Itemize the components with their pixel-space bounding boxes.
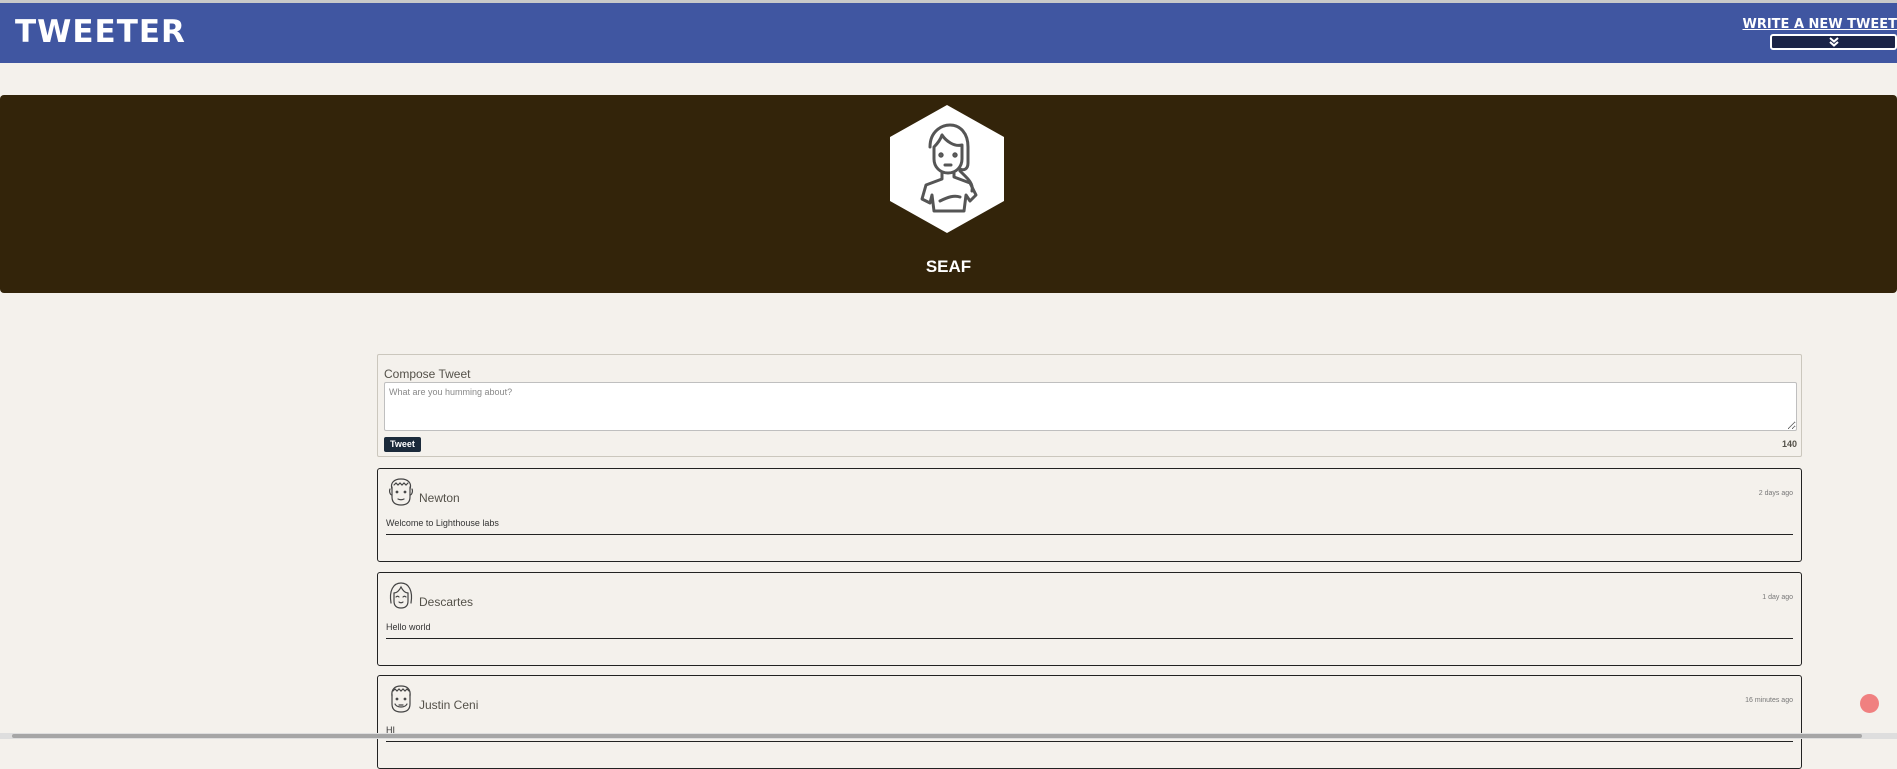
- tweet-card: Descartes 1 day ago Hello world: [377, 572, 1802, 666]
- tweet-card: Newton 2 days ago Welcome to Lighthouse …: [377, 468, 1802, 562]
- tweet-divider: [386, 534, 1793, 535]
- profile-username: SEAF: [925, 257, 972, 276]
- tweet-textarea[interactable]: [384, 382, 1797, 431]
- tweet-divider: [386, 741, 1793, 742]
- horizontal-scrollbar[interactable]: [0, 733, 1897, 739]
- tweet-timestamp: 16 minutes ago: [1745, 697, 1793, 704]
- compose-tweet-form: Compose Tweet Tweet 140: [377, 354, 1802, 457]
- tweet-author-name: Newton: [419, 491, 460, 505]
- profile-header: SEAF: [0, 95, 1897, 293]
- write-new-tweet-button[interactable]: WRITE A NEW TWEET: [1742, 17, 1897, 54]
- newton-avatar-icon: [389, 478, 413, 506]
- double-chevron-down-icon: [1828, 37, 1839, 47]
- brand-logo: TWEETER: [15, 14, 186, 50]
- navbar: TWEETER WRITE A NEW TWEET: [0, 3, 1897, 63]
- compose-toggle[interactable]: [1770, 34, 1897, 50]
- tweet-author-name: Justin Ceni: [419, 698, 479, 712]
- tweet-content: Hello world: [386, 622, 431, 632]
- descartes-avatar-icon: [389, 582, 413, 609]
- tweet-content: Welcome to Lighthouse labs: [386, 518, 499, 528]
- tweet-divider: [386, 638, 1793, 639]
- scrollbar-thumb[interactable]: [12, 734, 1862, 738]
- tweet-submit-button[interactable]: Tweet: [384, 437, 421, 452]
- write-new-tweet-label[interactable]: WRITE A NEW TWEET: [1742, 17, 1897, 32]
- tweet-author-name: Descartes: [419, 595, 474, 609]
- tweet-timestamp: 2 days ago: [1758, 490, 1793, 497]
- compose-title: Compose Tweet: [384, 367, 471, 381]
- justin-avatar-icon: [391, 685, 411, 713]
- character-counter: 140: [1781, 439, 1797, 449]
- floating-action-indicator[interactable]: [1860, 694, 1879, 713]
- user-avatar-icon: [890, 105, 1004, 233]
- tweet-card: Justin Ceni 16 minutes ago HI: [377, 675, 1802, 769]
- tweet-timestamp: 1 day ago: [1762, 594, 1793, 601]
